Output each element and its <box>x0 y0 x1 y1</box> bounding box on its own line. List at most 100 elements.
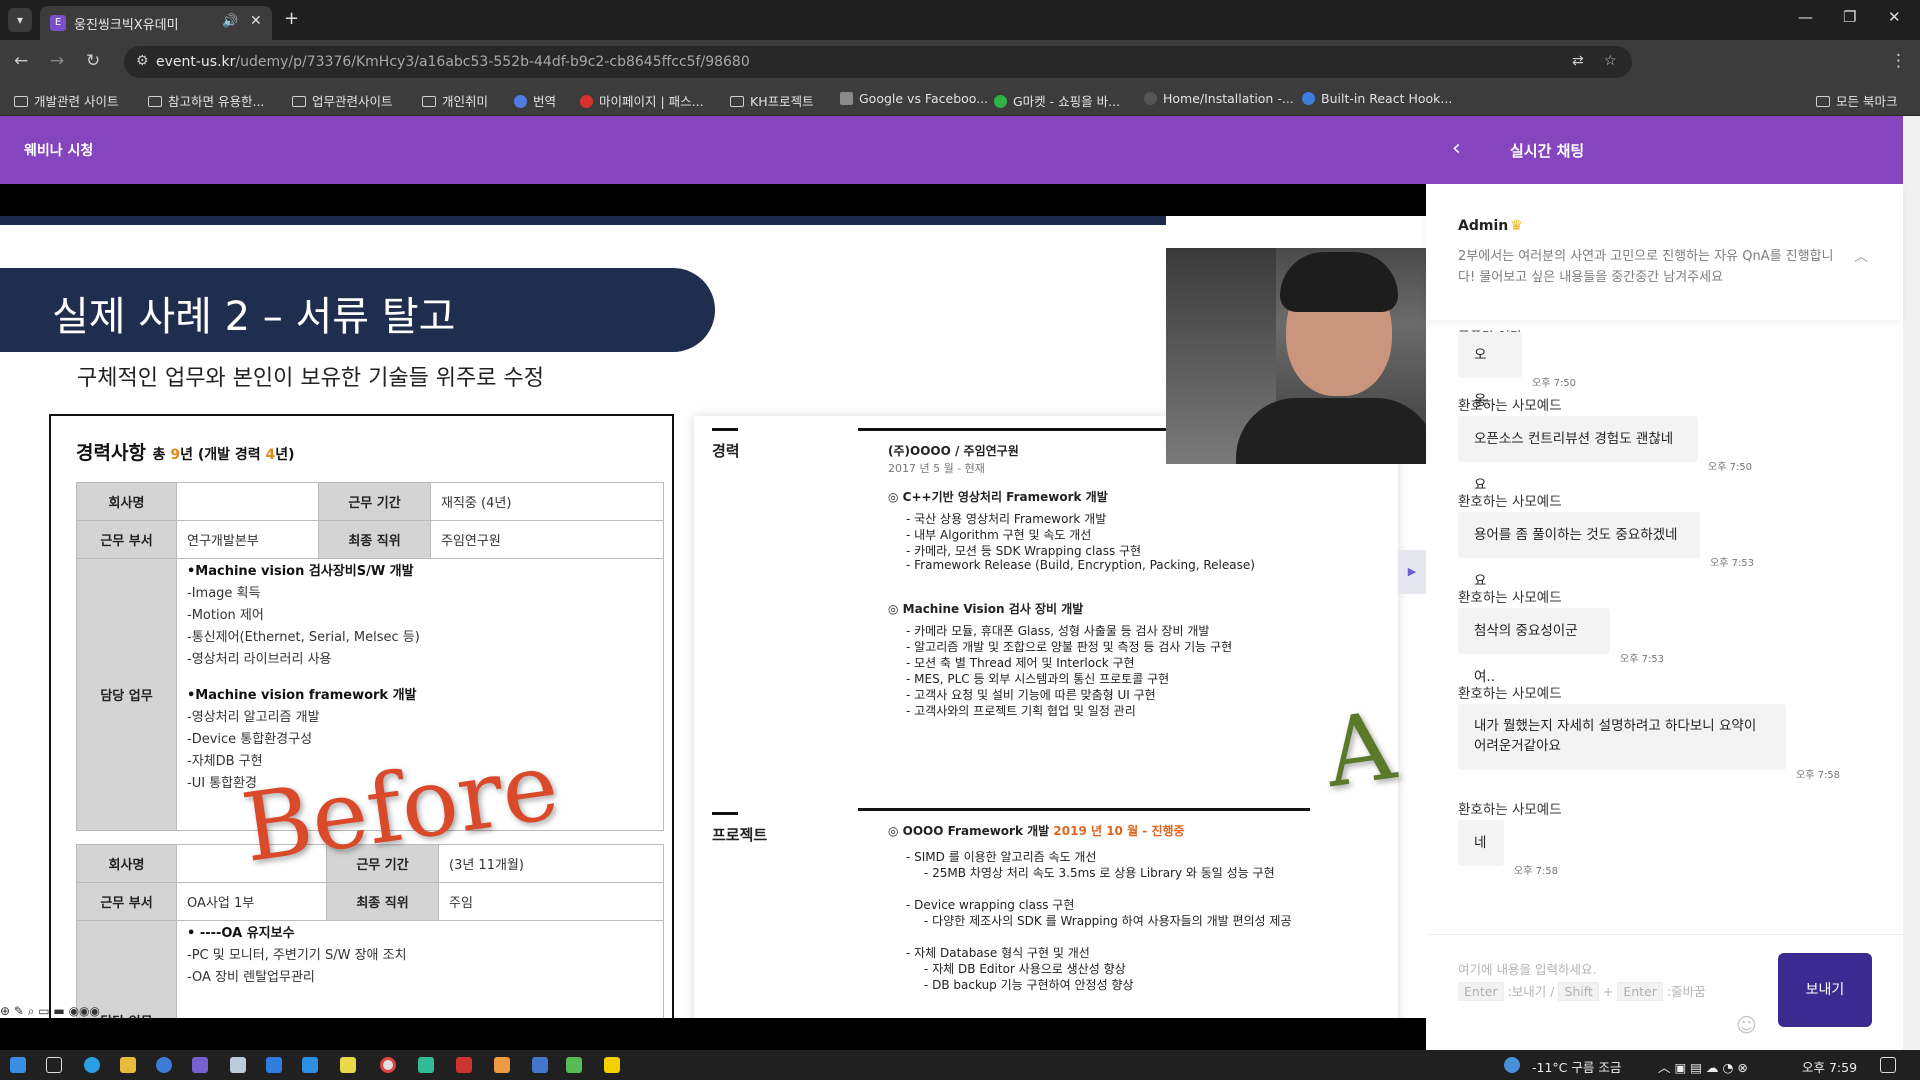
translate-icon[interactable]: ⇄ <box>1572 53 1584 69</box>
restore-icon[interactable]: ❐ <box>1843 8 1856 26</box>
duty-cell: • ----OA 유지보수 -PC 및 모니터, 주변기기 S/W 장애 조치 -O… <box>176 920 664 1018</box>
chat-input[interactable]: 여기에 내용을 입력하세요. <box>1458 959 1596 978</box>
chat-message-list[interactable]: 풍풍만 인다 오옹..오후 7:50환호하는 사모예드오픈소스 컨트리뷰션 경험… <box>1426 320 1903 920</box>
career-line: - Framework Release (Build, Encryption, … <box>906 558 1255 572</box>
bookmark-folder[interactable]: 업무관련사이트 <box>292 91 393 110</box>
tab-title: 웅진씽크빅X유데미 <box>74 18 179 33</box>
kakaotalk-icon[interactable] <box>604 1057 620 1073</box>
edge-icon[interactable] <box>84 1057 100 1073</box>
chevron-left-icon[interactable]: ‹ <box>1452 136 1461 161</box>
career-line: - 국산 상용 영상처리 Framework 개발 <box>906 512 1107 526</box>
bookmark-folder[interactable]: 개인취미 <box>422 91 488 110</box>
folder-icon <box>1816 96 1830 107</box>
url-text[interactable]: event-us.kr/udemy/p/73376/KmHcy3/a16abc5… <box>156 54 750 70</box>
message-bubble: 오옹.. <box>1458 332 1522 409</box>
app-icon[interactable] <box>532 1057 548 1073</box>
career-line: - 모션 축 별 Thread 제어 및 Interlock 구현 <box>906 656 1135 670</box>
app-icon[interactable] <box>566 1057 582 1073</box>
vscode-icon[interactable] <box>302 1057 318 1073</box>
duty-item: -PC 및 모니터, 주변기기 S/W 장애 조치 <box>187 948 407 963</box>
page-scrollbar[interactable] <box>1903 116 1920 1050</box>
bookmark-link[interactable]: Home/Installation -... <box>1144 91 1294 106</box>
app-icon[interactable] <box>418 1057 434 1073</box>
notepad-icon[interactable] <box>340 1057 356 1073</box>
minimize-icon[interactable]: — <box>1798 8 1813 26</box>
reload-icon[interactable]: ↻ <box>86 51 100 71</box>
message-author: 환호하는 사모예드 <box>1458 398 1562 414</box>
all-bookmarks-folder[interactable]: 모든 북마크 <box>1816 91 1897 110</box>
career-line: - 내부 Algorithm 구현 및 속도 개선 <box>906 528 1092 542</box>
notes-icon[interactable] <box>230 1057 246 1073</box>
back-icon[interactable]: ← <box>14 51 28 71</box>
app-icon[interactable] <box>456 1057 472 1073</box>
emoji-icon[interactable]: ☺ <box>1736 1013 1757 1037</box>
pinned-author: Admin ♛ <box>1458 218 1523 234</box>
bookmark-link[interactable]: Built-in React Hook... <box>1302 91 1452 106</box>
browser-tab[interactable]: E 웅진씽크빅X유데미 🔊 ✕ <box>40 6 272 40</box>
section-career-label: 경력 <box>712 442 740 460</box>
chrome-icon[interactable] <box>380 1057 396 1073</box>
start-icon[interactable] <box>10 1057 26 1073</box>
career-table-2: 회사명 근무 기간 (3년 11개월) 근무 부서 OA사업 1부 최종 직위 … <box>76 844 664 1018</box>
career-line: ◎ Machine Vision 검사 장비 개발 <box>888 602 1084 616</box>
task-view-icon[interactable] <box>46 1057 62 1073</box>
company-period: 2017 년 5 월 - 현재 <box>888 462 985 475</box>
weather-text[interactable]: -11°C 구름 조금 <box>1532 1057 1621 1076</box>
folder-icon <box>14 96 28 107</box>
message-bubble: 첨삭의 중요성이군여.. <box>1458 608 1610 685</box>
career-line: - 고객사 요청 및 설비 기능에 따른 맞춤형 UI 구현 <box>906 688 1156 702</box>
file-explorer-icon[interactable] <box>120 1057 136 1073</box>
chat-panel: Admin ♛ 2부에서는 여러분의 사연과 고민으로 진행하는 자유 QnA를 … <box>1426 184 1903 1050</box>
table-cell: 주임 <box>438 882 664 921</box>
tray-icons[interactable]: ︿ ▣ ▤ ☁ ◔ ⊗ <box>1658 1057 1748 1076</box>
message-bubble: 오픈소스 컨트리뷰션 경험도 괜찮네요 <box>1458 416 1698 493</box>
bookmark-star-icon[interactable]: ☆ <box>1604 53 1617 69</box>
app-icon[interactable] <box>192 1057 208 1073</box>
input-hint: Enter :보내기 / Shift + Enter :줄바꿈 <box>1458 981 1706 1001</box>
chat-title: 실시간 채팅 <box>1510 142 1585 160</box>
duty-item: •Machine vision framework 개발 <box>187 688 417 703</box>
chevron-right-icon[interactable]: ▶ <box>1398 550 1426 594</box>
bookmark-folder[interactable]: 개발관련 사이트 <box>14 91 118 110</box>
menu-icon[interactable]: ⋮ <box>1890 51 1907 71</box>
slide-controls[interactable]: ⊕ ✎ ⌕ ▭ ▬ ◉◉◉ <box>0 1004 100 1019</box>
message-time: 오후 7:53 <box>1620 654 1665 665</box>
app-icon[interactable] <box>266 1057 282 1073</box>
site-info-icon[interactable]: ⚙ <box>136 53 149 69</box>
message-bubble: 용어를 좀 풀이하는 것도 중요하겠네요 <box>1458 512 1700 589</box>
duty-list: • ----OA 유지보수 -PC 및 모니터, 주변기기 S/W 장애 조치 -O… <box>187 923 653 989</box>
table-label: 담당 업무 <box>76 558 177 831</box>
clock[interactable]: 오후 7:59 <box>1802 1057 1857 1076</box>
app-icon[interactable] <box>156 1057 172 1073</box>
project-title: ◎ OOOO Framework 개발 2019 년 10 월 - 진행중 <box>888 824 1185 838</box>
video-player[interactable]: 실제 사례 2 – 서류 탈고 구체적인 업무와 본인이 보유한 기술들 위주로… <box>0 184 1426 1018</box>
duty-item: -통신제어(Ethernet, Serial, Melsec 등) <box>187 630 420 645</box>
bookmark-folder[interactable]: KH프로젝트 <box>730 91 814 110</box>
tab-search-icon[interactable]: ▾ <box>8 8 32 32</box>
bookmark-link[interactable]: G마켓 - 쇼핑을 바... <box>994 91 1120 110</box>
career-line: ◎ C++기반 영상처리 Framework 개발 <box>888 490 1108 504</box>
bookmark-link[interactable]: 번역 <box>514 91 556 110</box>
weather-icon[interactable] <box>1504 1057 1520 1073</box>
table-label: 최종 직위 <box>318 520 431 559</box>
message-time: 오후 7:50 <box>1708 462 1753 473</box>
speaker-icon[interactable]: 🔊 <box>222 14 238 29</box>
forward-icon[interactable]: → <box>50 51 64 71</box>
pinned-notice[interactable]: Admin ♛ 2부에서는 여러분의 사연과 고민으로 진행하는 자유 QnA를 … <box>1426 184 1903 320</box>
new-tab-button[interactable]: + <box>284 8 299 29</box>
section-rule <box>712 812 738 815</box>
bookmark-link[interactable]: Google vs Faceboo... <box>840 91 988 106</box>
omnibox[interactable]: ⚙ event-us.kr/udemy/p/73376/KmHcy3/a16ab… <box>124 46 1632 78</box>
app-icon[interactable] <box>494 1057 510 1073</box>
message-bubble: 내가 뭘했는지 자세히 설명하려고 하다보니 요약이 어려운거같아요 <box>1458 704 1786 770</box>
notification-icon[interactable] <box>1880 1057 1896 1073</box>
send-button[interactable]: 보내기 <box>1778 953 1872 1027</box>
chevron-up-icon[interactable]: ︿ <box>1854 246 1868 266</box>
bookmark-link[interactable]: 마이페이지 | 패스... <box>580 91 704 110</box>
table-label: 근무 기간 <box>318 482 431 521</box>
message-time: 오후 7:58 <box>1796 770 1841 781</box>
project-line: - 25MB 차영상 처리 속도 3.5ms 로 상용 Library 와 동일… <box>924 866 1275 880</box>
bookmark-folder[interactable]: 참고하면 유용한... <box>148 91 264 110</box>
close-window-icon[interactable]: ✕ <box>1888 8 1901 26</box>
close-tab-icon[interactable]: ✕ <box>250 13 262 29</box>
